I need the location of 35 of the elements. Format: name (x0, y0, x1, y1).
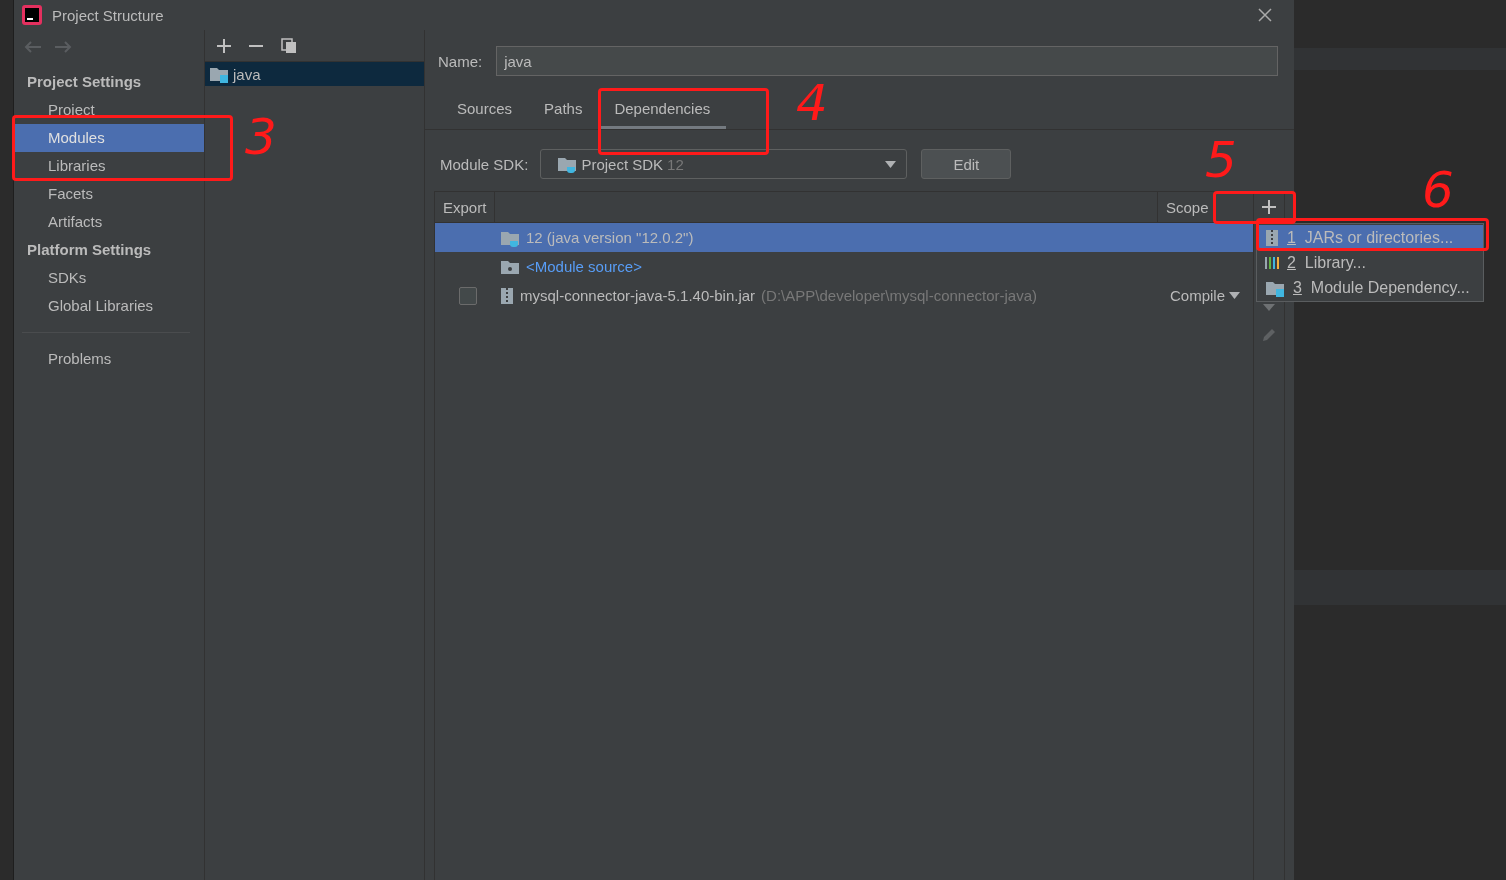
name-label: Name: (438, 52, 483, 70)
sidebar-item[interactable]: SDKs (14, 264, 204, 292)
edit-button[interactable]: Edit (921, 149, 1012, 179)
annotation-number: 6 (1422, 165, 1454, 215)
window-title: Project Structure (52, 6, 165, 24)
module-item[interactable]: java (205, 62, 424, 86)
name-field[interactable]: java (496, 46, 1278, 76)
module-source-label: <Module source> (526, 258, 642, 275)
dependency-row[interactable]: mysql-connector-java-5.1.40-bin.jar (D:\APP\developer\mysql-connector-java) Compile (435, 281, 1253, 310)
menu-item[interactable]: 2 Library... (1257, 250, 1483, 275)
annotation-number: 5 (1205, 135, 1237, 185)
tab[interactable]: Sources (441, 88, 529, 129)
sidebar-item[interactable]: Global Libraries (14, 292, 204, 320)
column-header: Scope (1165, 198, 1210, 218)
section-heading: Project Settings (26, 72, 143, 92)
sidebar-item[interactable]: Libraries (14, 152, 204, 180)
sidebar-item[interactable]: Facets (14, 180, 204, 208)
scope-dropdown[interactable]: Compile (1158, 287, 1253, 304)
section-heading: Platform Settings (26, 240, 153, 260)
sidebar-item[interactable]: Problems (14, 345, 204, 373)
sidebar-item[interactable]: Modules (14, 124, 204, 152)
column-header: Export (435, 192, 495, 222)
module-sdk-label: Module SDK: (440, 155, 529, 173)
tab[interactable]: Dependencies (598, 88, 727, 129)
dependency-row[interactable]: <Module source> (435, 252, 1253, 281)
sidebar-item[interactable]: Project (14, 96, 204, 124)
menu-item[interactable]: 3 Module Dependency... (1257, 275, 1483, 300)
sidebar-item[interactable]: Artifacts (14, 208, 204, 236)
tab[interactable]: Paths (528, 88, 599, 129)
dependency-name: 12 (java version "12.0.2") (526, 229, 694, 246)
sdk-dropdown[interactable]: Project SDK 12 (540, 149, 908, 179)
dependency-name: mysql-connector-java-5.1.40-bin.jar (520, 287, 756, 304)
annotation-number: 4 (796, 78, 828, 128)
annotation-number: 3 (245, 112, 277, 162)
dependency-path: (D:\APP\developer\mysql-connector-java) (761, 287, 1038, 304)
